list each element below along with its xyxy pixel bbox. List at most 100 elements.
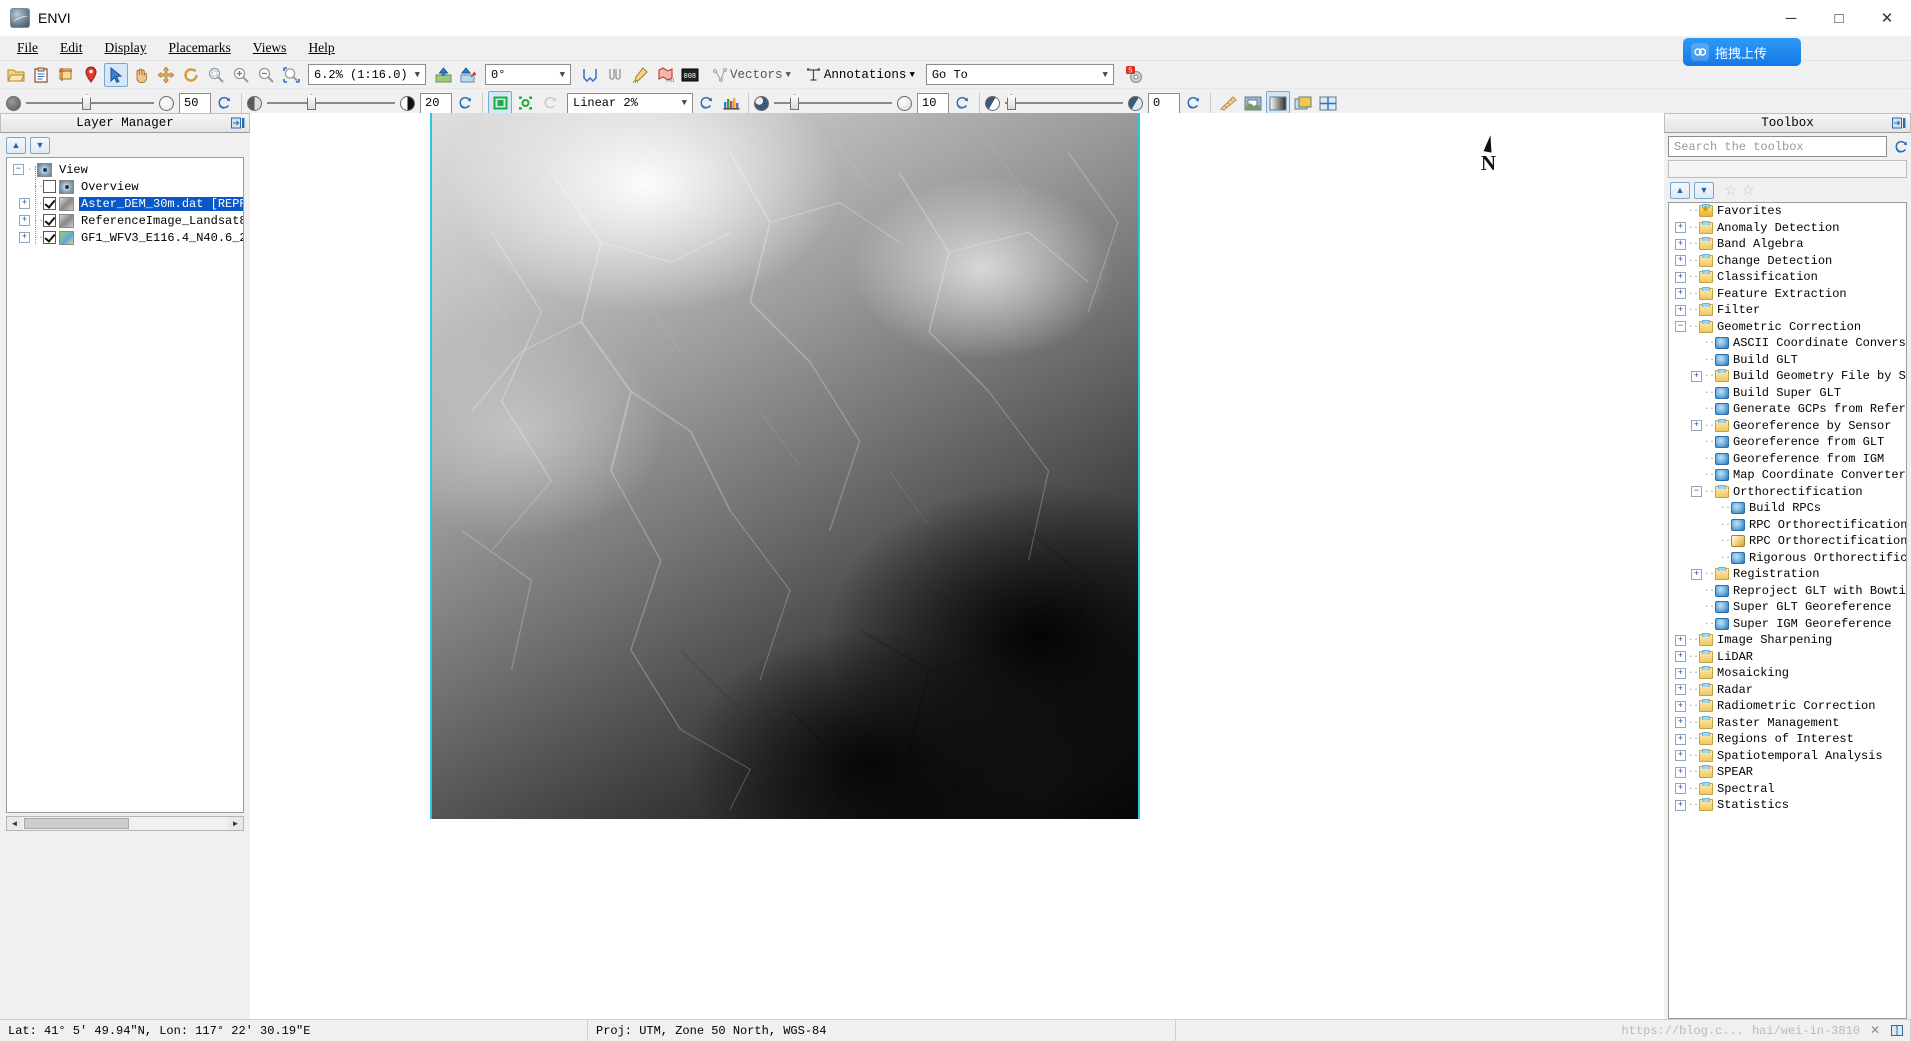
- transparency-slider-knob[interactable]: [1007, 94, 1016, 110]
- toolbox-item-statistics[interactable]: + ·· Statistics: [1669, 797, 1906, 814]
- toolbox-item-filter[interactable]: + ·· Filter: [1669, 302, 1906, 319]
- reset-brightness-icon[interactable]: [212, 91, 236, 115]
- layer-visibility-checkbox[interactable]: [43, 214, 56, 227]
- toolbox-item-radiometric-correction[interactable]: + ·· Radiometric Correction: [1669, 698, 1906, 715]
- open-file-icon[interactable]: [4, 63, 28, 87]
- reset-sharpen-icon[interactable]: [950, 91, 974, 115]
- crop-image-icon[interactable]: [54, 63, 78, 87]
- brightness-slider[interactable]: [26, 94, 154, 110]
- minimize-button[interactable]: ─: [1767, 0, 1815, 36]
- expander-icon[interactable]: −: [13, 164, 24, 175]
- toolbox-item-favorites[interactable]: ·· Favorites: [1669, 203, 1906, 220]
- transparency-value-field[interactable]: 0: [1148, 92, 1180, 114]
- layer-visibility-checkbox[interactable]: [43, 197, 56, 210]
- measure-tool-icon[interactable]: [1216, 91, 1240, 115]
- status-panel-icon[interactable]: [1890, 1024, 1904, 1038]
- stretch-to-layer-icon[interactable]: [513, 91, 537, 115]
- toolbox-item-map-coordinate-converter[interactable]: ·· Map Coordinate Converter: [1669, 467, 1906, 484]
- toolbox-item-reproject-glt-with-bowtie-co[interactable]: ·· Reproject GLT with Bowtie Co...: [1669, 583, 1906, 600]
- expander-icon[interactable]: −: [1691, 486, 1702, 498]
- toolbox-item-mosaicking[interactable]: + ·· Mosaicking: [1669, 665, 1906, 682]
- select-cursor-icon[interactable]: [104, 62, 128, 87]
- roi-polygon-icon[interactable]: [578, 63, 602, 87]
- blend-icon[interactable]: [1266, 91, 1290, 115]
- contrast-slider-knob[interactable]: [307, 94, 316, 110]
- toolbox-item-spatiotemporal-analysis[interactable]: + ·· Spatiotemporal Analysis: [1669, 748, 1906, 765]
- collapse-panel-icon[interactable]: [230, 116, 246, 131]
- raster-image-frame[interactable]: [430, 113, 1140, 819]
- toolbox-item-super-igm-georeference[interactable]: ·· Super IGM Georeference: [1669, 616, 1906, 633]
- go-to-combo[interactable]: Go To ▼: [925, 64, 1114, 85]
- annotations-menu[interactable]: Annotations ▼: [802, 68, 919, 82]
- toolbox-item-radar[interactable]: + ·· Radar: [1669, 682, 1906, 699]
- layer-visibility-checkbox[interactable]: [43, 231, 56, 244]
- layer-tree-hscrollbar[interactable]: ◄ ►: [6, 816, 244, 831]
- swipe-icon[interactable]: [1316, 91, 1340, 115]
- expander-icon[interactable]: +: [1675, 700, 1686, 712]
- expander-icon[interactable]: +: [19, 198, 30, 209]
- toolbox-item-georeference-by-sensor[interactable]: + ·· Georeference by Sensor: [1669, 418, 1906, 435]
- toolbox-item-build-geometry-file-by-sensor[interactable]: +·· Build Geometry File by Sensor: [1669, 368, 1906, 385]
- toolbox-item-image-sharpening[interactable]: + ·· Image Sharpening: [1669, 632, 1906, 649]
- expander-icon[interactable]: +: [1675, 222, 1686, 234]
- zoom-in-icon[interactable]: [229, 63, 253, 87]
- sharpen-slider[interactable]: [774, 94, 892, 110]
- expander-icon[interactable]: +: [1675, 304, 1686, 316]
- toolbox-item-anomaly-detection[interactable]: + ·· Anomaly Detection: [1669, 220, 1906, 237]
- layer-row-overview[interactable]: ··· Overview: [7, 178, 243, 195]
- toolbox-item-rpc-orthorectification-using[interactable]: ·· RPC Orthorectification Using...: [1669, 517, 1906, 534]
- toolbox-item-orthorectification[interactable]: − ·· Orthorectification: [1669, 484, 1906, 501]
- scroll-left-icon[interactable]: ◄: [7, 817, 22, 830]
- drag-upload-badge[interactable]: 拖拽上传: [1683, 38, 1801, 66]
- scroll-right-icon[interactable]: ►: [228, 817, 243, 830]
- portal-icon[interactable]: [1241, 91, 1265, 115]
- toolbox-item-raster-management[interactable]: + ·· Raster Management: [1669, 715, 1906, 732]
- refresh-toolbox-icon[interactable]: [1891, 136, 1911, 157]
- expander-icon[interactable]: +: [1675, 766, 1686, 778]
- toolbox-item-georeference-from-glt[interactable]: ·· Georeference from GLT: [1669, 434, 1906, 451]
- toolbox-item-build-rpcs[interactable]: ·· Build RPCs: [1669, 500, 1906, 517]
- remove-favorite-button[interactable]: ☆: [1741, 181, 1754, 199]
- status-close-icon[interactable]: ✕: [1868, 1024, 1882, 1038]
- expander-icon[interactable]: +: [1675, 271, 1686, 283]
- menu-edit[interactable]: Edit: [49, 37, 94, 59]
- toolbox-up-button[interactable]: ▲: [1670, 181, 1690, 199]
- search-input[interactable]: Search the toolbox: [1668, 136, 1887, 157]
- toolbox-item-change-detection[interactable]: + ·· Change Detection: [1669, 253, 1906, 270]
- move-layer-down-button[interactable]: ▼: [30, 136, 50, 154]
- roi-columns-icon[interactable]: [603, 63, 627, 87]
- toolbox-item-spear[interactable]: + ·· SPEAR: [1669, 764, 1906, 781]
- contrast-slider[interactable]: [267, 94, 395, 110]
- expander-icon[interactable]: +: [1675, 717, 1686, 729]
- rotate-icon[interactable]: [179, 63, 203, 87]
- rotate-layer-icon[interactable]: [456, 63, 480, 87]
- toolbox-tree[interactable]: ··Favorites+··Anomaly Detection+··Band A…: [1668, 202, 1907, 1019]
- transparency-slider[interactable]: [1005, 94, 1123, 110]
- stretch-type-combo[interactable]: Linear 2% ▼: [567, 92, 693, 114]
- toolbox-item-rigorous-orthorectificati[interactable]: ·· Rigorous Orthorectificati...: [1669, 550, 1906, 567]
- expander-icon[interactable]: +: [19, 215, 30, 226]
- toolbox-item-registration[interactable]: + ·· Registration: [1669, 566, 1906, 583]
- sharpen-value-field[interactable]: 10: [917, 92, 949, 114]
- scroll-thumb[interactable]: [24, 818, 129, 829]
- toolbox-item-generate-gcps-from-reference[interactable]: ·· Generate GCPs from Reference: [1669, 401, 1906, 418]
- zoom-out-icon[interactable]: [254, 63, 278, 87]
- toolbox-item-regions-of-interest[interactable]: + ·· Regions of Interest: [1669, 731, 1906, 748]
- expander-icon[interactable]: −: [1675, 321, 1686, 333]
- toolbox-item-band-algebra[interactable]: + ·· Band Algebra: [1669, 236, 1906, 253]
- expander-icon[interactable]: +: [1675, 684, 1686, 696]
- expander-icon[interactable]: +: [1675, 651, 1686, 663]
- expander-icon[interactable]: +: [1675, 634, 1686, 646]
- pencil-edit-icon[interactable]: [628, 63, 652, 87]
- toolbox-item-spectral[interactable]: + ·· Spectral: [1669, 781, 1906, 798]
- menu-views[interactable]: Views: [242, 37, 298, 59]
- brightness-value-field[interactable]: 50: [179, 92, 211, 114]
- crop-to-layer-icon[interactable]: [431, 63, 455, 87]
- envi-extension-icon[interactable]: 5: [1123, 63, 1147, 87]
- menu-help[interactable]: Help: [297, 37, 345, 59]
- toolbox-item-feature-extraction[interactable]: + ·· Feature Extraction: [1669, 286, 1906, 303]
- layer-row-gf1[interactable]: + ·· GF1_WFV3_E116.4_N40.6_2015...: [7, 229, 243, 246]
- flicker-icon[interactable]: [1291, 91, 1315, 115]
- brightness-slider-knob[interactable]: [82, 94, 91, 110]
- expander-icon[interactable]: +: [1675, 750, 1686, 762]
